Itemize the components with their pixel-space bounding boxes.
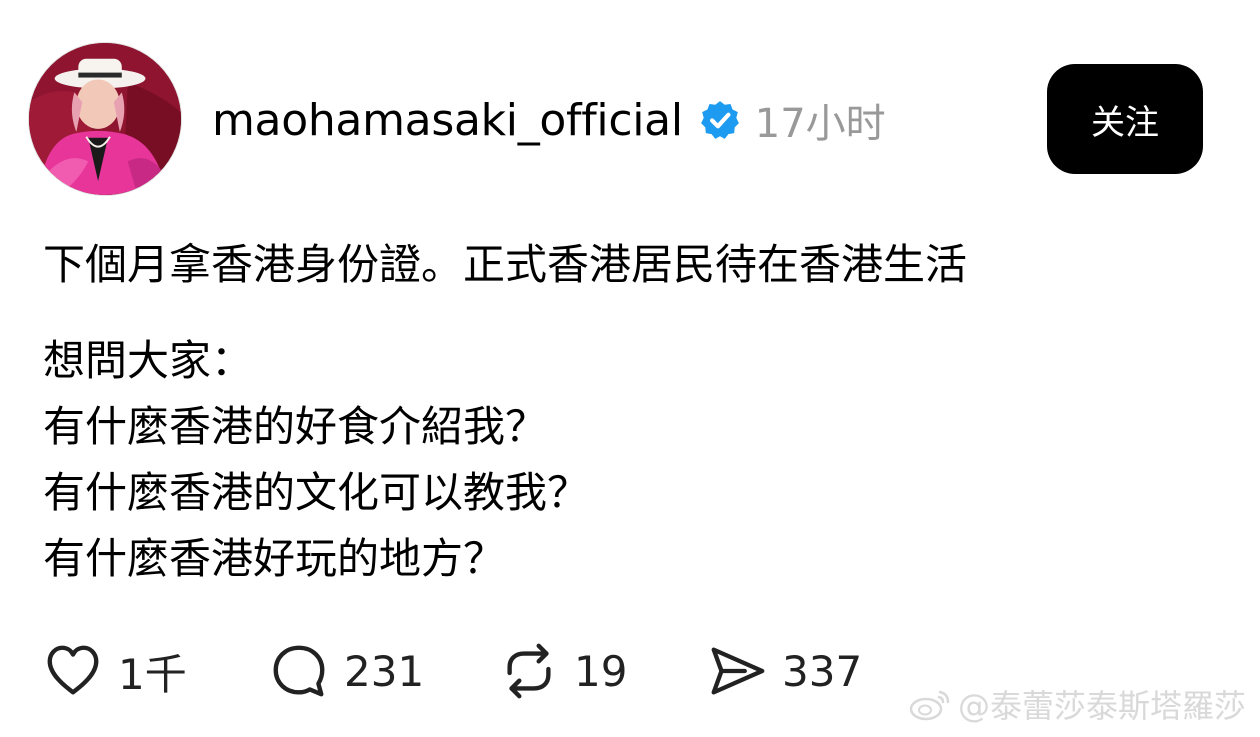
post-content: 下個月拿香港身份證。正式香港居民待在香港生活 想問大家： 有什麼香港的好食介紹我… <box>43 232 1223 592</box>
avatar[interactable] <box>28 42 182 196</box>
avatar-image <box>29 43 181 195</box>
like-button[interactable]: 1千 <box>42 640 268 702</box>
repost-icon <box>507 643 551 699</box>
comment-button[interactable]: 231 <box>268 640 498 702</box>
share-count: 337 <box>782 646 863 696</box>
comment-count: 231 <box>344 646 425 696</box>
post-header: maohamasaki_official 17小时 <box>212 92 886 148</box>
watermark: @泰蕾莎泰斯塔羅莎 <box>908 681 1246 727</box>
follow-button[interactable]: 关注 <box>1047 64 1203 174</box>
verified-badge-icon <box>699 99 741 141</box>
content-line: 下個月拿香港身份證。正式香港居民待在香港生活 <box>43 240 968 289</box>
weibo-logo-icon <box>908 686 952 722</box>
post-card: maohamasaki_official 17小时 关注 下個月拿香港身份證。正… <box>0 0 1260 737</box>
username[interactable]: maohamasaki_official <box>212 95 683 146</box>
repost-button[interactable]: 19 <box>498 640 706 702</box>
content-line: 有什麼香港的文化可以教我？ <box>43 468 590 517</box>
content-line: 有什麼香港的好食介紹我？ <box>43 402 548 451</box>
content-line: 想問大家： <box>43 336 254 385</box>
send-icon <box>711 647 765 695</box>
content-line: 有什麼香港好玩的地方？ <box>43 534 506 583</box>
heart-icon <box>47 645 99 695</box>
repost-count: 19 <box>574 646 628 696</box>
watermark-text: @泰蕾莎泰斯塔羅莎 <box>957 687 1246 725</box>
post-timestamp: 17小时 <box>754 101 886 147</box>
share-button[interactable]: 337 <box>706 640 862 702</box>
like-count: 1千 <box>118 649 187 699</box>
comment-icon <box>273 645 325 697</box>
action-bar: 1千 231 19 337 <box>42 636 862 706</box>
